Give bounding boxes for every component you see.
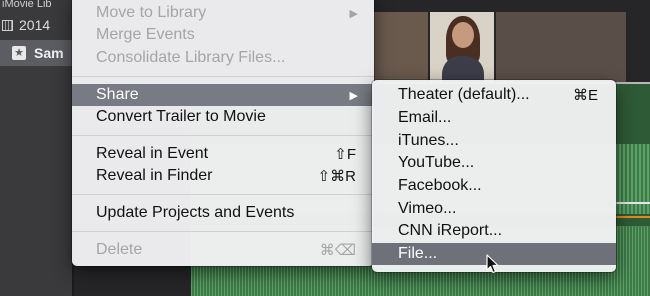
- menu-item-label: Reveal in Event: [96, 145, 209, 162]
- menu-item-label: Facebook...: [398, 177, 482, 194]
- menu-item-consolidate-library-files[interactable]: Consolidate Library Files...: [72, 47, 374, 69]
- share-item-youtube[interactable]: YouTube...: [372, 152, 616, 174]
- library-sidebar: iMovie Lib 2014 ★ Sam: [0, 0, 72, 296]
- chevron-right-icon: ▶: [349, 7, 358, 20]
- menu-item-label: Share: [96, 86, 139, 103]
- menu-item-label: File...: [398, 245, 438, 262]
- mouse-pointer-icon: [486, 254, 499, 274]
- menu-separator: [72, 194, 374, 195]
- menu-item-reveal-in-finder[interactable]: Reveal in Finder ⇧⌘R: [72, 165, 374, 187]
- sidebar-item-year[interactable]: 2014: [0, 14, 72, 36]
- menu-item-label: Convert Trailer to Movie: [96, 108, 266, 125]
- share-item-facebook[interactable]: Facebook...: [372, 175, 616, 197]
- thumbnail-image: [442, 56, 484, 82]
- menu-item-label: Move to Library: [96, 4, 207, 21]
- shortcut-label: ⇧⌘R: [317, 168, 356, 185]
- sidebar-year-label: 2014: [19, 17, 51, 33]
- menu-item-label: iTunes...: [398, 132, 459, 149]
- menu-item-reveal-in-event[interactable]: Reveal in Event ⇧F: [72, 143, 374, 165]
- calendar-icon: [2, 19, 13, 31]
- menu-item-label: Consolidate Library Files...: [96, 49, 286, 66]
- context-menu: Move to Library ▶ Merge Events Consolida…: [72, 0, 374, 266]
- star-icon: ★: [12, 46, 26, 60]
- share-item-email[interactable]: Email...: [372, 107, 616, 129]
- share-item-vimeo[interactable]: Vimeo...: [372, 198, 616, 220]
- menu-item-update-projects[interactable]: Update Projects and Events: [72, 202, 374, 224]
- menu-item-share[interactable]: Share ▶: [72, 84, 374, 106]
- menu-item-delete[interactable]: Delete ⌘⌫: [72, 239, 374, 261]
- clip-thumbnail[interactable]: [496, 12, 626, 82]
- menu-item-convert-trailer[interactable]: Convert Trailer to Movie: [72, 106, 374, 128]
- share-submenu: Theater (default)... ⌘E Email... iTunes.…: [372, 80, 616, 272]
- menu-separator: [72, 76, 374, 77]
- menu-item-label: Delete: [96, 241, 143, 258]
- sidebar-item-event[interactable]: ★ Sam: [0, 40, 72, 66]
- menu-item-label: Theater (default)...: [398, 86, 530, 103]
- shortcut-label: ⌘⌫: [319, 242, 356, 259]
- share-item-itunes[interactable]: iTunes...: [372, 130, 616, 152]
- favorite-marker: [614, 216, 650, 218]
- share-item-theater[interactable]: Theater (default)... ⌘E: [372, 84, 616, 106]
- menu-item-label: Update Projects and Events: [96, 204, 295, 221]
- thumbnail-image: [452, 22, 474, 48]
- menu-separator: [72, 231, 374, 232]
- clip-thumbnail[interactable]: [430, 12, 494, 82]
- sidebar-event-label: Sam: [34, 45, 64, 61]
- menu-item-label: Reveal in Finder: [96, 167, 213, 184]
- menu-item-label: YouTube...: [398, 154, 475, 171]
- menu-item-label: Email...: [398, 109, 452, 126]
- shortcut-label: ⌘E: [572, 87, 598, 104]
- menu-item-label: Vimeo...: [398, 200, 457, 217]
- menu-item-label: Merge Events: [96, 26, 195, 43]
- clip-range-line: [614, 202, 650, 204]
- chevron-right-icon: ▶: [349, 89, 358, 102]
- shortcut-label: ⇧F: [334, 146, 356, 163]
- menu-item-move-to-library[interactable]: Move to Library ▶: [72, 2, 374, 24]
- menu-item-label: CNN iReport...: [398, 222, 503, 239]
- clip-thumbnail[interactable]: [374, 12, 428, 82]
- menu-separator: [72, 135, 374, 136]
- library-header: iMovie Lib: [2, 0, 52, 10]
- share-item-cnn-ireport[interactable]: CNN iReport...: [372, 220, 616, 242]
- menu-item-merge-events[interactable]: Merge Events: [72, 24, 374, 46]
